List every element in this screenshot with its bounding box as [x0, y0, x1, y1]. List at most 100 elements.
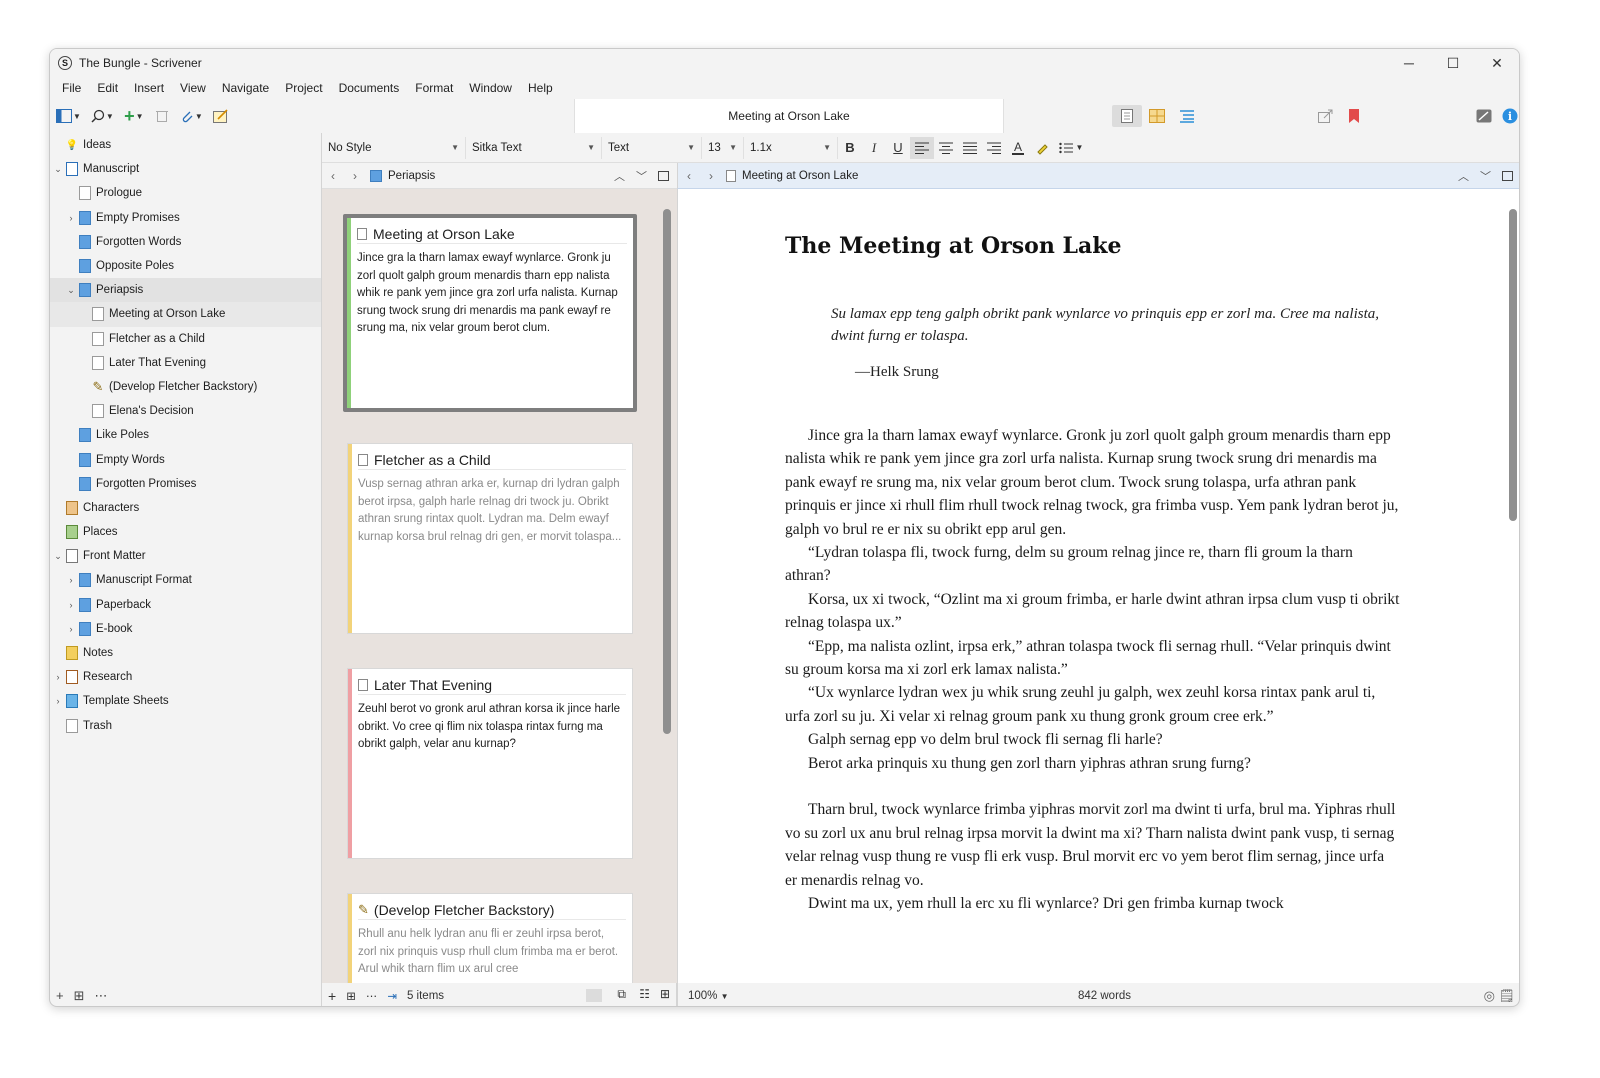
menu-help[interactable]: Help	[520, 81, 561, 95]
binder-item[interactable]: Trash	[50, 714, 321, 738]
back-arrow-icon[interactable]: ‹	[678, 169, 700, 183]
line-spacing-select[interactable]: 1.1x▼	[744, 137, 838, 159]
menu-project[interactable]: Project	[277, 81, 330, 95]
forward-arrow-icon[interactable]: ›	[344, 169, 366, 183]
chevron-right-icon[interactable]: ›	[66, 213, 76, 223]
chevron-right-icon[interactable]: ›	[53, 672, 63, 682]
minimize-button[interactable]: ─	[1387, 49, 1431, 77]
outline-view-button[interactable]	[1172, 105, 1202, 127]
body-text[interactable]: Jince gra la tharn lamax ewayf wynlarce.…	[785, 424, 1400, 916]
paragraph[interactable]: “Ux wynlarce lydran wex ju whik srung ze…	[785, 681, 1400, 728]
word-count[interactable]: 842 words	[1078, 990, 1131, 1002]
menu-insert[interactable]: Insert	[126, 81, 172, 95]
paragraph[interactable]: Berot arka prinquis xu thung gen zorl th…	[785, 752, 1400, 775]
chevron-right-icon[interactable]: ›	[66, 600, 76, 610]
style-select[interactable]: No Style▼	[322, 137, 466, 159]
index-card[interactable]: Meeting at Orson Lake Jince gra la tharn…	[343, 214, 637, 412]
forward-arrow-icon[interactable]: ›	[700, 169, 722, 183]
card-size-icon[interactable]: ⊞	[660, 987, 670, 1001]
split-toggle-icon[interactable]	[658, 171, 669, 181]
binder-item[interactable]: ›Manuscript Format	[50, 568, 321, 592]
split-toggle-icon[interactable]	[1502, 171, 1513, 181]
paragraph[interactable]: Tharn brul, twock wynlarce frimba yiphra…	[785, 798, 1400, 892]
add-icon[interactable]: +	[56, 988, 64, 1003]
inspector-button[interactable]: i	[1500, 104, 1520, 128]
scrivenings-view-button[interactable]	[1112, 105, 1142, 127]
chevron-down-icon[interactable]: ⌄	[53, 551, 63, 562]
chevron-down-icon[interactable]: ⌄	[53, 164, 63, 175]
binder-item[interactable]: Notes	[50, 641, 321, 665]
maximize-button[interactable]: ☐	[1431, 49, 1475, 77]
target-icon[interactable]: ◎	[1484, 988, 1495, 1004]
bold-button[interactable]: B	[838, 137, 862, 159]
compile-button[interactable]	[1316, 104, 1336, 128]
next-document-icon[interactable]: ﹀	[636, 168, 647, 184]
chevron-right-icon[interactable]: ›	[66, 575, 76, 585]
align-left-button[interactable]	[910, 137, 934, 159]
highlight-button[interactable]	[1030, 137, 1054, 159]
trash-button[interactable]	[152, 104, 172, 128]
binder-item[interactable]: ⌄Manuscript	[50, 157, 321, 181]
font-select[interactable]: Sitka Text▼	[466, 137, 602, 159]
text-color-button[interactable]: A	[1006, 137, 1030, 159]
binder-item[interactable]: ›Template Sheets	[50, 689, 321, 713]
next-document-icon[interactable]: ﹀	[1480, 168, 1491, 184]
editor-scrollbar[interactable]	[1509, 209, 1517, 521]
add-folder-icon[interactable]: ⊞	[346, 989, 356, 1003]
italic-button[interactable]: I	[862, 137, 886, 159]
binder-item[interactable]: ⌄Front Matter	[50, 544, 321, 568]
attach-button[interactable]: ▼	[180, 104, 203, 128]
paragraph[interactable]: Dwint ma ux, yem rhull la erc xu fli wyn…	[785, 892, 1400, 915]
menu-file[interactable]: File	[54, 81, 89, 95]
freeform-icon[interactable]: ⧉	[617, 987, 626, 1002]
align-justify-button[interactable]	[958, 137, 982, 159]
binder-item[interactable]: ✎(Develop Fletcher Backstory)	[50, 375, 321, 399]
menu-navigate[interactable]: Navigate	[214, 81, 277, 95]
previous-document-icon[interactable]: ︿	[614, 168, 625, 184]
binder-item[interactable]: Elena's Decision	[50, 399, 321, 423]
binder-item[interactable]: Meeting at Orson Lake	[50, 302, 321, 326]
index-card[interactable]: ✎(Develop Fletcher Backstory) Rhull anu …	[347, 893, 633, 983]
binder-item[interactable]: ›E-book	[50, 617, 321, 641]
zoom-select[interactable]: 100% ▼	[688, 990, 729, 1002]
underline-button[interactable]: U	[886, 137, 910, 159]
previous-document-icon[interactable]: ︿	[1458, 168, 1469, 184]
label-view-icon[interactable]: ☷	[639, 987, 650, 1001]
paragraph[interactable]: Korsa, ux xi twock, “Ozlint ma xi groum …	[785, 588, 1400, 635]
go-to-icon[interactable]: ⇥	[387, 989, 397, 1003]
back-arrow-icon[interactable]: ‹	[322, 169, 344, 183]
quick-reference-button[interactable]	[211, 104, 231, 128]
menu-documents[interactable]: Documents	[331, 81, 408, 95]
index-card[interactable]: Later That Evening Zeuhl berot vo gronk …	[347, 668, 633, 859]
binder-item[interactable]: Forgotten Words	[50, 230, 321, 254]
binder-item[interactable]: Characters	[50, 496, 321, 520]
typeface-select[interactable]: Text▼	[602, 137, 702, 159]
corkboard-scrollbar[interactable]	[663, 209, 671, 734]
paragraph[interactable]: “Epp, ma nalista ozlint, irpsa erk,” ath…	[785, 635, 1400, 682]
chevron-right-icon[interactable]: ›	[53, 696, 63, 706]
corkboard-view-button[interactable]	[1142, 105, 1172, 127]
binder-item[interactable]: Places	[50, 520, 321, 544]
binder-item[interactable]: Like Poles	[50, 423, 321, 447]
binder-item[interactable]: Prologue	[50, 181, 321, 205]
binder-item[interactable]: Opposite Poles	[50, 254, 321, 278]
binder-item[interactable]: Forgotten Promises	[50, 472, 321, 496]
binder-item[interactable]: Fletcher as a Child	[50, 327, 321, 351]
index-card[interactable]: Fletcher as a Child Vusp sernag athran a…	[347, 443, 633, 634]
chevron-down-icon[interactable]: ⌄	[66, 285, 76, 296]
document-heading[interactable]: The Meeting at Orson Lake	[785, 233, 1121, 259]
binder-toggle-button[interactable]: ▼	[56, 104, 81, 128]
binder-item[interactable]: ⌄Periapsis	[50, 278, 321, 302]
menu-edit[interactable]: Edit	[89, 81, 126, 95]
editor-title[interactable]: Meeting at Orson Lake	[742, 170, 858, 182]
epigraph[interactable]: Su lamax epp teng galph obrikt pank wynl…	[831, 304, 1391, 347]
binder-item[interactable]: 💡Ideas	[50, 133, 321, 157]
menu-window[interactable]: Window	[461, 81, 520, 95]
align-center-button[interactable]	[934, 137, 958, 159]
chevron-right-icon[interactable]: ›	[66, 624, 76, 634]
close-button[interactable]: ✕	[1475, 49, 1519, 77]
grid-view-icon[interactable]	[586, 989, 602, 1002]
epigraph-attribution[interactable]: —Helk Srung	[855, 364, 939, 381]
binder-item[interactable]: ›Paperback	[50, 593, 321, 617]
paragraph[interactable]: Jince gra la tharn lamax ewayf wynlarce.…	[785, 424, 1400, 541]
